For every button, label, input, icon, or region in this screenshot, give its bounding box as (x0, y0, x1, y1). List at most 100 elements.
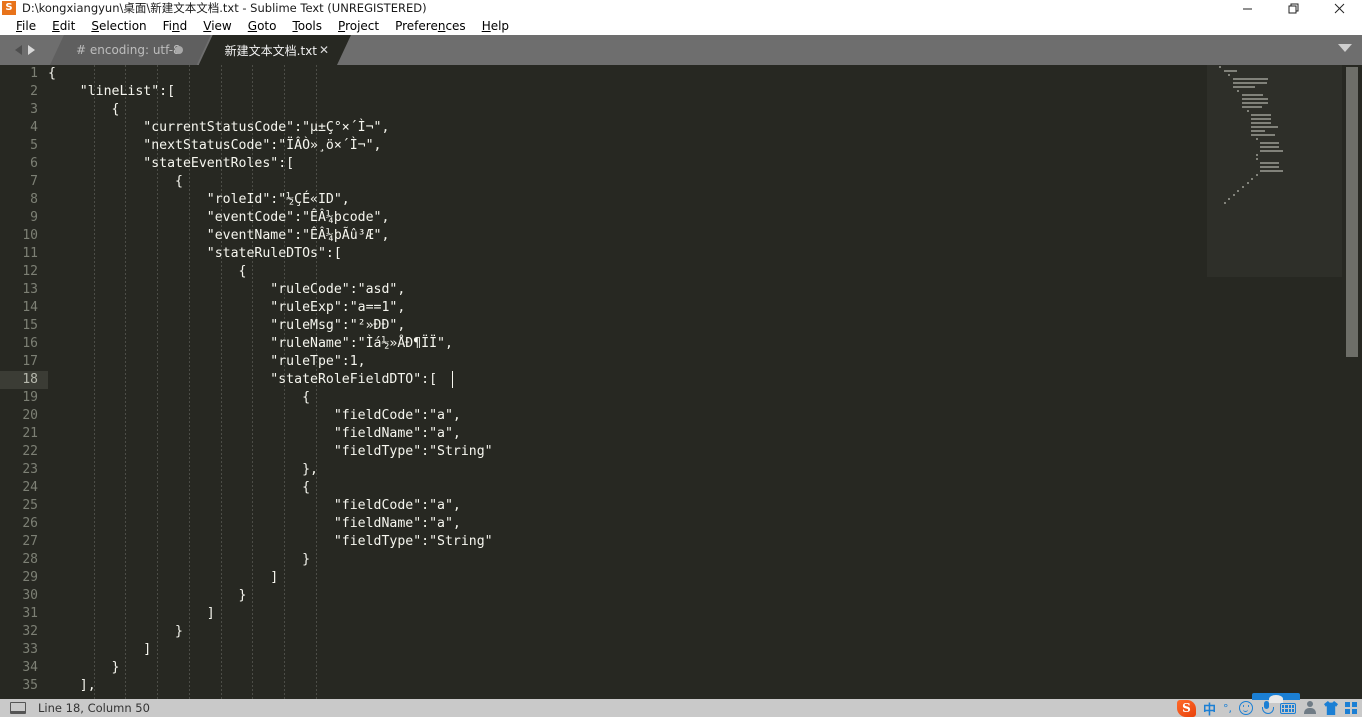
code-line[interactable]: ] (48, 605, 1208, 623)
line-number: 7 (30, 174, 38, 189)
menu-item-view[interactable]: View (195, 18, 239, 34)
line-number: 19 (22, 390, 38, 405)
code-line[interactable]: "eventCode":"ÊÂ¼þcode", (48, 209, 1208, 227)
code-line[interactable]: "fieldName":"a", (48, 425, 1208, 443)
ime-skin-icon[interactable] (1324, 701, 1338, 715)
chevron-down-icon[interactable] (1338, 44, 1352, 52)
code-line[interactable]: } (48, 623, 1208, 641)
tab-1[interactable]: 新建文本文档.txt ✕ (199, 35, 351, 65)
line-number: 29 (22, 570, 38, 585)
code-line[interactable]: }, (48, 461, 1208, 479)
line-number: 22 (22, 444, 38, 459)
line-number: 28 (22, 552, 38, 567)
code-line[interactable]: ] (48, 569, 1208, 587)
restore-icon[interactable] (1270, 0, 1316, 16)
line-number: 8 (30, 192, 38, 207)
tab-next-icon[interactable] (28, 45, 35, 55)
code-line[interactable]: { (48, 65, 1208, 83)
code-line[interactable]: "ruleTpe":1, (48, 353, 1208, 371)
tab-label: 新建文本文档.txt (224, 43, 317, 58)
tab-close-icon[interactable]: ✕ (319, 44, 329, 56)
code-line[interactable]: "ruleMsg":"²»ÐÐ", (48, 317, 1208, 335)
status-window-icon (10, 702, 26, 714)
line-number: 1 (30, 66, 38, 81)
code-line[interactable]: "fieldType":"String" (48, 443, 1208, 461)
code-line[interactable]: ] (48, 641, 1208, 659)
line-number: 11 (22, 246, 38, 261)
code-line[interactable]: { (48, 479, 1208, 497)
ime-emoji-icon[interactable] (1239, 701, 1253, 715)
code-line[interactable]: "nextStatusCode":"ÏÂÒ»¸ö×´Ì¬", (48, 137, 1208, 155)
line-number: 34 (22, 660, 38, 675)
code-line[interactable]: "stateRuleDTOs":[ (48, 245, 1208, 263)
minimap[interactable] (1207, 65, 1342, 699)
tab-nav-arrows[interactable] (0, 35, 50, 65)
ime-keyboard-icon[interactable] (1280, 702, 1296, 714)
menu-item-file[interactable]: File (8, 18, 44, 34)
code-line[interactable]: "roleId":"½ÇÉ«ID", (48, 191, 1208, 209)
close-icon[interactable] (1316, 0, 1362, 16)
ime-toolbox-icon[interactable] (1345, 701, 1358, 715)
menu-item-preferences[interactable]: Preferences (387, 18, 474, 34)
line-number-gutter: 1 2 3 4 5 6 7 8 9 10 11 12 13 14 15 16 17 18 19 20 21 22 23 24 2… (0, 65, 48, 699)
ime-voice-icon[interactable] (1260, 701, 1274, 715)
menu-item-project[interactable]: Project (330, 18, 387, 34)
code-line[interactable]: "ruleName":"Ìá½»ÅÐ¶ÏÏ", (48, 335, 1208, 353)
tab-0[interactable]: # encoding: utf-8 (50, 35, 211, 65)
code-line[interactable]: } (48, 587, 1208, 605)
sogou-ime-icon[interactable]: S (1176, 699, 1196, 717)
app-icon: S (2, 1, 16, 15)
vertical-scrollbar-thumb[interactable] (1346, 67, 1358, 357)
code-line[interactable]: "eventName":"ÊÂ¼þÃû³Æ", (48, 227, 1208, 245)
code-line[interactable]: "currentStatusCode":"µ±Ç°×´Ì¬", (48, 119, 1208, 137)
menu-item-selection[interactable]: Selection (83, 18, 154, 34)
line-number: 16 (22, 336, 38, 351)
code-line[interactable]: "fieldType":"String" (48, 533, 1208, 551)
code-line[interactable]: "ruleExp":"a==1", (48, 299, 1208, 317)
line-number: 35 (22, 678, 38, 693)
ime-chinese-icon[interactable]: 中 (1203, 699, 1216, 717)
editor-area[interactable]: 1 2 3 4 5 6 7 8 9 10 11 12 13 14 15 16 17 18 19 20 21 22 23 24 2… (0, 65, 1362, 699)
code-line[interactable]: { (48, 101, 1208, 119)
menu-item-goto[interactable]: Goto (240, 18, 285, 34)
line-number: 23 (22, 462, 38, 477)
code-line[interactable]: { (48, 263, 1208, 281)
minimize-icon[interactable] (1224, 0, 1270, 16)
line-number: 31 (22, 606, 38, 621)
tab-modified-indicator (175, 46, 183, 54)
line-number: 20 (22, 408, 38, 423)
code-line[interactable]: "stateEventRoles":[ (48, 155, 1208, 173)
line-number: 10 (22, 228, 38, 243)
line-number: 9 (30, 210, 38, 225)
line-number: 6 (30, 156, 38, 171)
code-line[interactable]: ], (48, 677, 1208, 695)
ime-punctuation-icon[interactable]: °, (1223, 702, 1232, 715)
code-line[interactable]: "ruleCode":"asd", (48, 281, 1208, 299)
menu-item-edit[interactable]: Edit (44, 18, 83, 34)
menu-item-find[interactable]: Find (155, 18, 196, 34)
code-line[interactable]: "fieldCode":"a", (48, 407, 1208, 425)
code-line[interactable]: { (48, 173, 1208, 191)
code-content[interactable]: { "lineList":[ { "currentStatusCode":"µ±… (48, 65, 1208, 699)
vertical-scrollbar[interactable] (1342, 65, 1362, 699)
code-line[interactable]: { (48, 389, 1208, 407)
line-number: 5 (30, 138, 38, 153)
line-number: 30 (22, 588, 38, 603)
code-line[interactable]: "fieldName":"a", (48, 515, 1208, 533)
menu-item-tools[interactable]: Tools (284, 18, 330, 34)
line-number: 32 (22, 624, 38, 639)
menu-item-help[interactable]: Help (474, 18, 517, 34)
title-bar: S D:\kongxiangyun\桌面\新建文本文档.txt - Sublim… (0, 0, 1362, 16)
ime-user-icon[interactable] (1303, 701, 1317, 715)
code-line[interactable]: "fieldCode":"a", (48, 497, 1208, 515)
tab-prev-icon[interactable] (15, 45, 22, 55)
code-line[interactable]: } (48, 551, 1208, 569)
line-number: 14 (22, 300, 38, 315)
line-number: 24 (22, 480, 38, 495)
code-line[interactable]: } (48, 659, 1208, 677)
line-number: 25 (22, 498, 38, 513)
code-line[interactable]: "stateRoleFieldDTO":[ (48, 371, 1208, 389)
system-tray: S 中 °, (1176, 693, 1362, 717)
line-number: 26 (22, 516, 38, 531)
code-line[interactable]: "lineList":[ (48, 83, 1208, 101)
